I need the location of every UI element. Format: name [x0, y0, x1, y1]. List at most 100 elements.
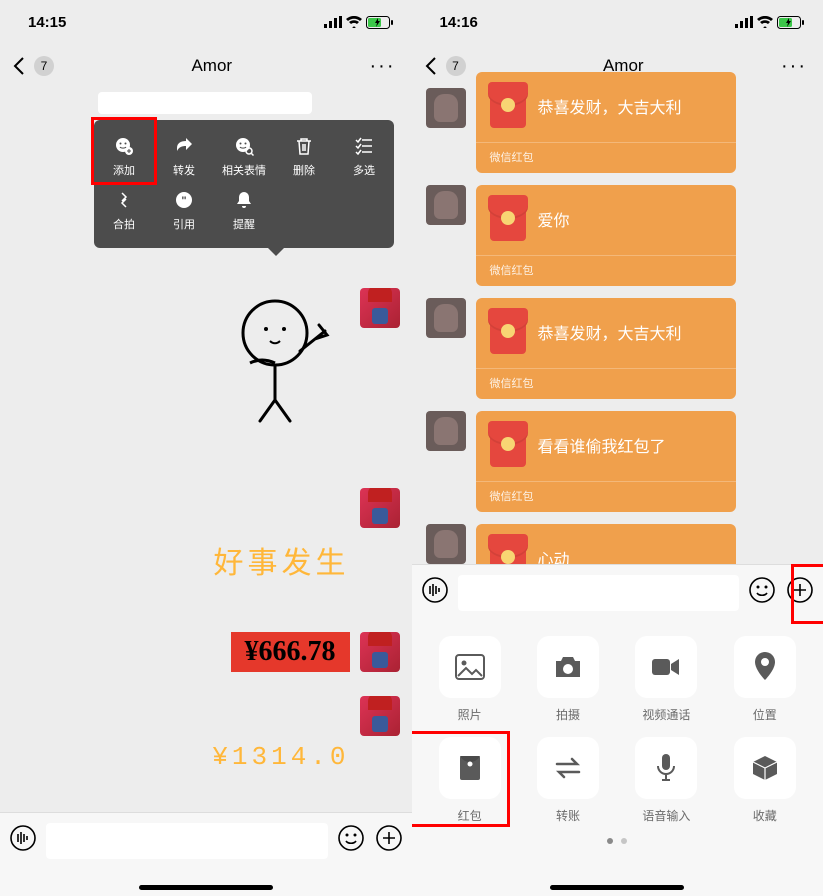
sticker-image[interactable]	[210, 288, 350, 428]
redpacket-icon	[490, 84, 526, 128]
avatar[interactable]	[360, 632, 400, 672]
video-icon	[651, 656, 681, 678]
redpacket-source: 微信红包	[476, 368, 736, 399]
ctx-remind[interactable]: 提醒	[214, 184, 274, 238]
input-bar	[412, 564, 823, 622]
ctx-label: 删除	[293, 162, 315, 178]
redpacket-row[interactable]: 看看谁偷我红包了 微信红包	[426, 411, 812, 512]
ctx-add-emoji[interactable]: 添加	[94, 130, 154, 184]
redpacket-card[interactable]: 恭喜发财，大吉大利 微信红包	[476, 72, 736, 173]
mic-icon	[656, 753, 676, 783]
svg-text:": "	[181, 195, 186, 207]
attach-location[interactable]: 位置	[723, 636, 807, 723]
attach-favorites[interactable]: 收藏	[723, 737, 807, 824]
attach-photo[interactable]: 照片	[428, 636, 512, 723]
redpacket-source: 微信红包	[476, 142, 736, 173]
message-row: ¥1314.0	[12, 742, 350, 772]
redpacket-source: 微信红包	[476, 255, 736, 286]
redpacket-row[interactable]: 恭喜发财，大吉大利 微信红包	[426, 88, 812, 173]
message-input[interactable]	[458, 575, 740, 611]
ctx-label: 多选	[353, 162, 375, 178]
voice-icon[interactable]	[420, 575, 450, 605]
message-row	[12, 488, 400, 528]
redpacket-source: 微信红包	[476, 481, 736, 512]
ctx-label: 合拍	[113, 216, 135, 232]
redpacket-card[interactable]: 爱你 微信红包	[476, 185, 736, 286]
ctx-label: 添加	[113, 162, 135, 178]
sticker-price[interactable]: ¥1314.0	[212, 742, 349, 772]
ctx-delete[interactable]: 删除	[274, 130, 334, 184]
avatar[interactable]	[426, 88, 466, 128]
redpacket-row[interactable]: 恭喜发财，大吉大利 微信红包	[426, 298, 812, 399]
avatar[interactable]	[360, 488, 400, 528]
chat-area: 恭喜发财，大吉大利 微信红包 爱你 微信红包 恭喜发财，大吉大利 微信红包 看看…	[412, 88, 823, 625]
ctx-forward[interactable]: 转发	[154, 130, 214, 184]
chat-title: Amor	[191, 56, 232, 76]
nav-bar: 7 Amor ···	[0, 44, 412, 88]
attach-transfer[interactable]: 转账	[526, 737, 610, 824]
avatar[interactable]	[426, 185, 466, 225]
attach-label: 位置	[753, 706, 777, 723]
transfer-icon	[553, 756, 583, 780]
signal-icon	[324, 16, 342, 28]
attach-label: 语音输入	[642, 807, 690, 824]
redpacket-title: 恭喜发财，大吉大利	[538, 94, 682, 118]
message-row	[12, 696, 400, 736]
image-icon	[455, 654, 485, 680]
avatar[interactable]	[426, 524, 466, 564]
redpacket-title: 看看谁偷我红包了	[538, 433, 666, 457]
left-phone: 14:15 7 Amor ··· 添加 转发	[0, 0, 412, 896]
message-row: ¥666.78	[12, 632, 400, 672]
ctx-duet[interactable]: 合拍	[94, 184, 154, 238]
attach-voiceinput[interactable]: 语音输入	[624, 737, 708, 824]
ctx-quote[interactable]: " 引用	[154, 184, 214, 238]
highlight-plus-button	[791, 564, 823, 624]
ctx-multiselect[interactable]: 多选	[334, 130, 394, 184]
more-icon[interactable]: ···	[781, 55, 815, 78]
status-icons	[324, 16, 394, 29]
duet-icon	[114, 190, 134, 210]
emoji-icon[interactable]	[747, 575, 777, 605]
cube-icon	[751, 754, 779, 782]
back-icon[interactable]	[420, 54, 444, 78]
avatar[interactable]	[360, 288, 400, 328]
redpacket-title: 爱你	[538, 207, 570, 231]
sticker-text[interactable]: 好事发生	[214, 538, 350, 582]
smile-plus-icon	[114, 136, 134, 156]
plus-icon[interactable]	[374, 823, 404, 853]
quote-icon: "	[174, 190, 194, 210]
battery-icon	[777, 16, 805, 29]
redpacket-icon	[490, 310, 526, 354]
avatar[interactable]	[426, 411, 466, 451]
ctx-label: 提醒	[233, 216, 255, 232]
ctx-related-emoji[interactable]: 相关表情	[214, 130, 274, 184]
redpacket-icon	[490, 423, 526, 467]
redpacket-card[interactable]: 恭喜发财，大吉大利 微信红包	[476, 298, 736, 399]
more-icon[interactable]: ···	[370, 55, 404, 78]
input-bar	[0, 812, 412, 896]
context-menu: 添加 转发 相关表情 删除 多选 合拍 "	[94, 120, 394, 248]
status-bar: 14:15	[0, 0, 412, 44]
bubble-placeholder	[98, 92, 312, 114]
unread-badge: 7	[446, 56, 466, 76]
sticker-price[interactable]: ¥666.78	[231, 632, 350, 672]
avatar[interactable]	[360, 696, 400, 736]
attach-camera[interactable]: 拍摄	[526, 636, 610, 723]
attach-videocall[interactable]: 视频通话	[624, 636, 708, 723]
attach-redpacket[interactable]: 红包	[428, 737, 512, 824]
attach-panel: 照片 拍摄 视频通话 位置 红包 转账	[412, 622, 823, 896]
right-phone: 14:16 7 Amor ··· 恭喜发财，大吉大利 微信红包 爱你 微信红包	[412, 0, 823, 896]
redpacket-card[interactable]: 看看谁偷我红包了 微信红包	[476, 411, 736, 512]
ctx-label: 相关表情	[222, 162, 266, 178]
redpacket-row[interactable]: 爱你 微信红包	[426, 185, 812, 286]
message-input[interactable]	[46, 823, 328, 859]
avatar[interactable]	[426, 298, 466, 338]
emoji-icon[interactable]	[336, 823, 366, 853]
forward-icon	[174, 136, 194, 156]
back-icon[interactable]	[8, 54, 32, 78]
attach-label: 转账	[556, 807, 580, 824]
status-time: 14:16	[440, 14, 478, 31]
redpacket-icon	[490, 197, 526, 241]
voice-icon[interactable]	[8, 823, 38, 853]
status-icons	[735, 16, 805, 29]
